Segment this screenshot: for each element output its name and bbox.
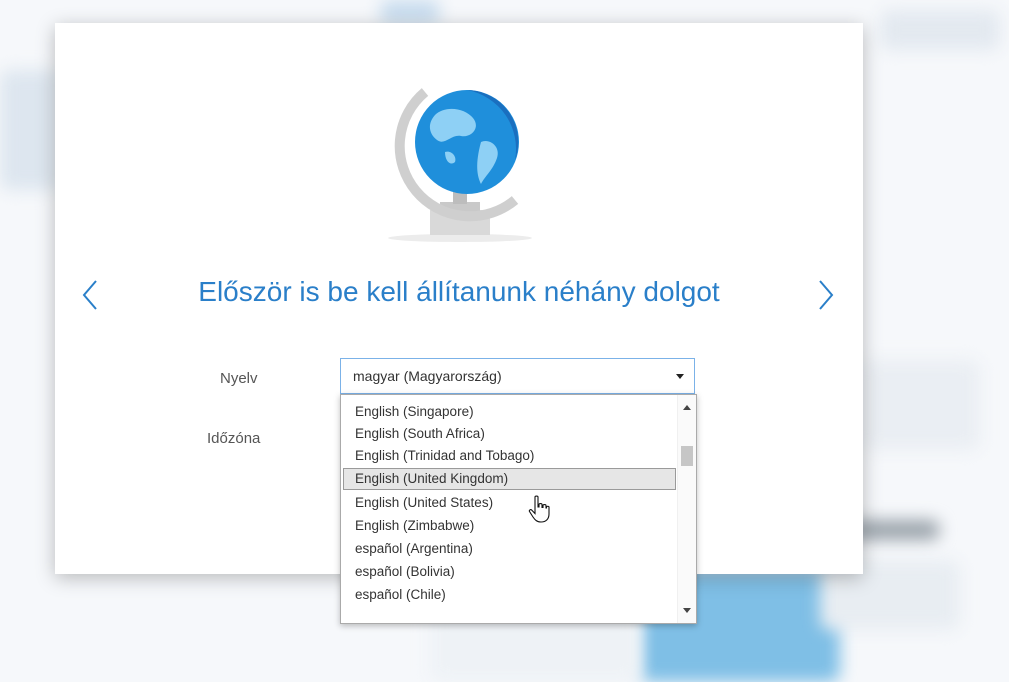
language-option[interactable]: English (Trinidad and Tobago) <box>343 445 676 467</box>
language-option[interactable]: English (Singapore) <box>343 401 676 423</box>
background-blur <box>380 0 440 24</box>
background-blur <box>0 70 60 190</box>
chevron-right-icon <box>819 280 834 310</box>
background-blur <box>860 360 980 450</box>
scrollbar-thumb[interactable] <box>681 446 693 466</box>
language-option[interactable]: English (Zimbabwe) <box>343 515 676 537</box>
language-option[interactable]: español (Argentina) <box>343 538 676 560</box>
option-list: English (Singapore) English (South Afric… <box>341 395 678 623</box>
scroll-up-icon[interactable] <box>683 405 691 410</box>
caret-down-icon <box>676 374 684 379</box>
language-dropdown-list[interactable]: English (Singapore) English (South Afric… <box>340 394 697 624</box>
language-option[interactable]: English (South Africa) <box>343 423 676 445</box>
dropdown-scrollbar[interactable] <box>677 395 696 623</box>
language-select[interactable]: magyar (Magyarország) <box>340 358 695 394</box>
language-option[interactable]: español (Chile) <box>343 584 676 606</box>
next-button[interactable] <box>811 273 841 317</box>
language-label: Nyelv <box>220 370 258 387</box>
hand-cursor-icon <box>528 495 550 523</box>
page-title: Először is be kell állítanunk néhány dol… <box>198 276 720 307</box>
scroll-down-icon[interactable] <box>683 608 691 613</box>
globe-icon <box>388 88 532 242</box>
background-blur <box>880 10 1000 50</box>
timezone-label: Időzóna <box>207 430 261 447</box>
language-select-value: magyar (Magyarország) <box>353 368 502 384</box>
language-option[interactable]: English (United States) <box>343 492 676 514</box>
language-option-hovered[interactable]: English (United Kingdom) <box>343 468 676 490</box>
background-blur <box>850 520 940 540</box>
language-option[interactable]: español (Bolivia) <box>343 561 676 583</box>
